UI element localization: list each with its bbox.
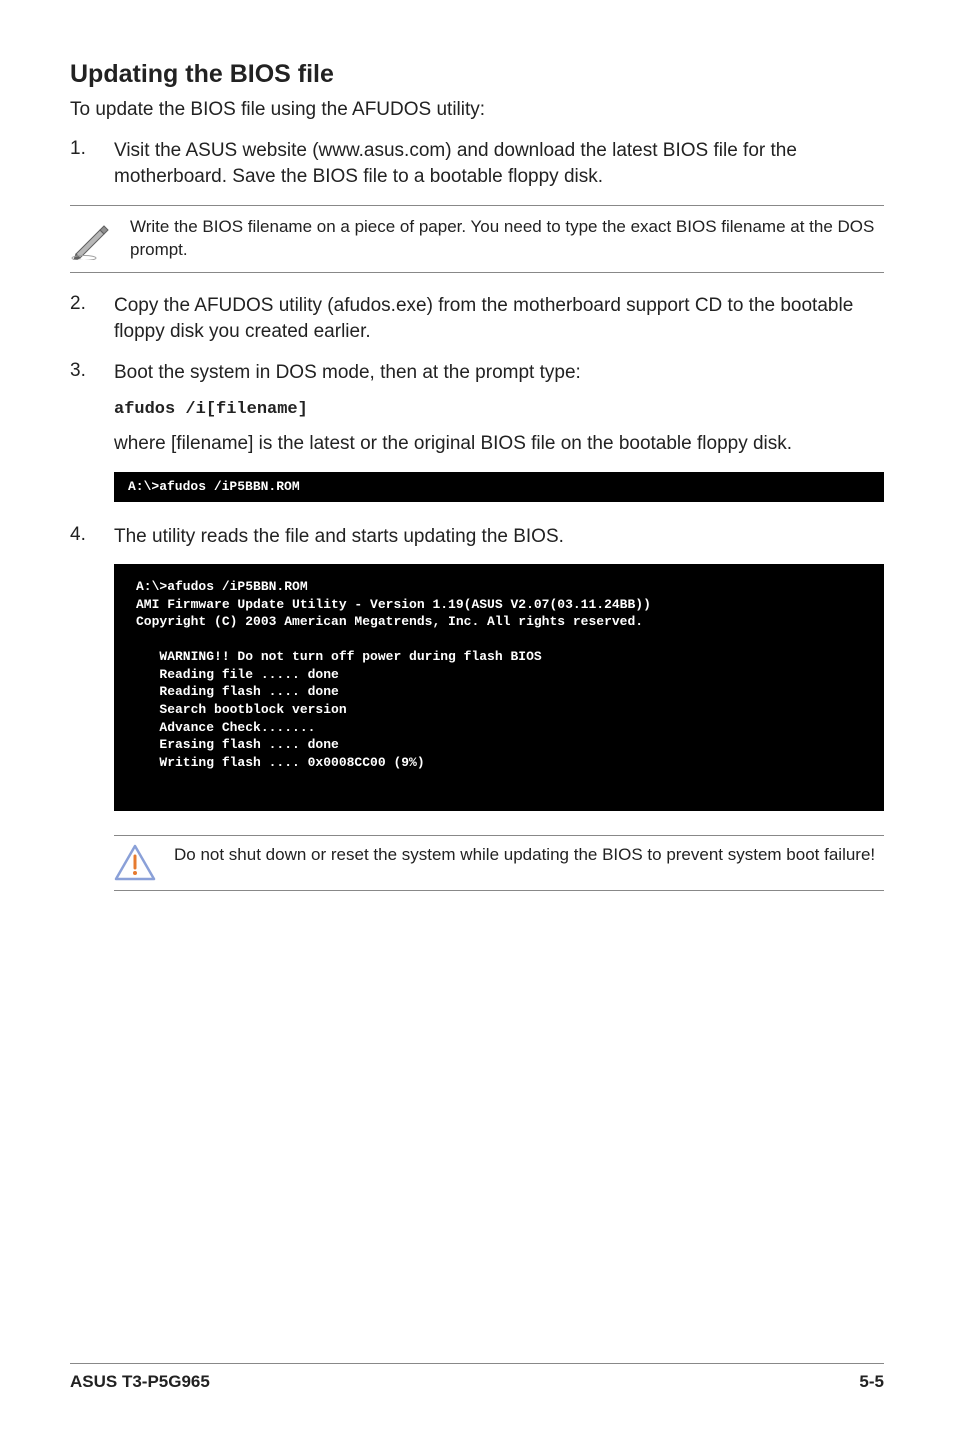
footer-product: ASUS T3-P5G965 xyxy=(70,1372,210,1392)
note-text: Write the BIOS filename on a piece of pa… xyxy=(130,216,884,262)
warning-box: Do not shut down or reset the system whi… xyxy=(114,835,884,891)
note-box: Write the BIOS filename on a piece of pa… xyxy=(70,205,884,273)
step-4: 4. The utility reads the file and starts… xyxy=(70,524,884,551)
step-3-explain: where [filename] is the latest or the or… xyxy=(70,431,884,458)
step-3-text: Boot the system in DOS mode, then at the… xyxy=(114,360,884,387)
section-heading: Updating the BIOS file xyxy=(70,60,884,89)
warning-text: Do not shut down or reset the system whi… xyxy=(174,844,884,867)
step-1-number: 1. xyxy=(70,138,114,191)
step-3: 3. Boot the system in DOS mode, then at … xyxy=(70,360,884,387)
intro-text: To update the BIOS file using the AFUDOS… xyxy=(70,97,884,124)
step-4-number: 4. xyxy=(70,524,114,551)
pencil-icon xyxy=(70,216,130,260)
page-footer: ASUS T3-P5G965 5-5 xyxy=(70,1363,884,1392)
footer-page-number: 5-5 xyxy=(859,1372,884,1392)
step-3-explain-text: where [filename] is the latest or the or… xyxy=(114,431,884,458)
step-1-text: Visit the ASUS website (www.asus.com) an… xyxy=(114,138,884,191)
step-3-number: 3. xyxy=(70,360,114,387)
step-2-text: Copy the AFUDOS utility (afudos.exe) fro… xyxy=(114,293,884,346)
terminal-output-1: A:\>afudos /iP5BBN.ROM xyxy=(114,472,884,502)
terminal-output-2: A:\>afudos /iP5BBN.ROM AMI Firmware Upda… xyxy=(114,564,884,811)
step-4-text: The utility reads the file and starts up… xyxy=(114,524,884,551)
step-1: 1. Visit the ASUS website (www.asus.com)… xyxy=(70,138,884,191)
step-3-explain-spacer xyxy=(70,431,114,458)
step-2: 2. Copy the AFUDOS utility (afudos.exe) … xyxy=(70,293,884,346)
step-2-number: 2. xyxy=(70,293,114,346)
code-command: afudos /i[filename] xyxy=(114,400,884,419)
warning-icon xyxy=(114,844,174,882)
